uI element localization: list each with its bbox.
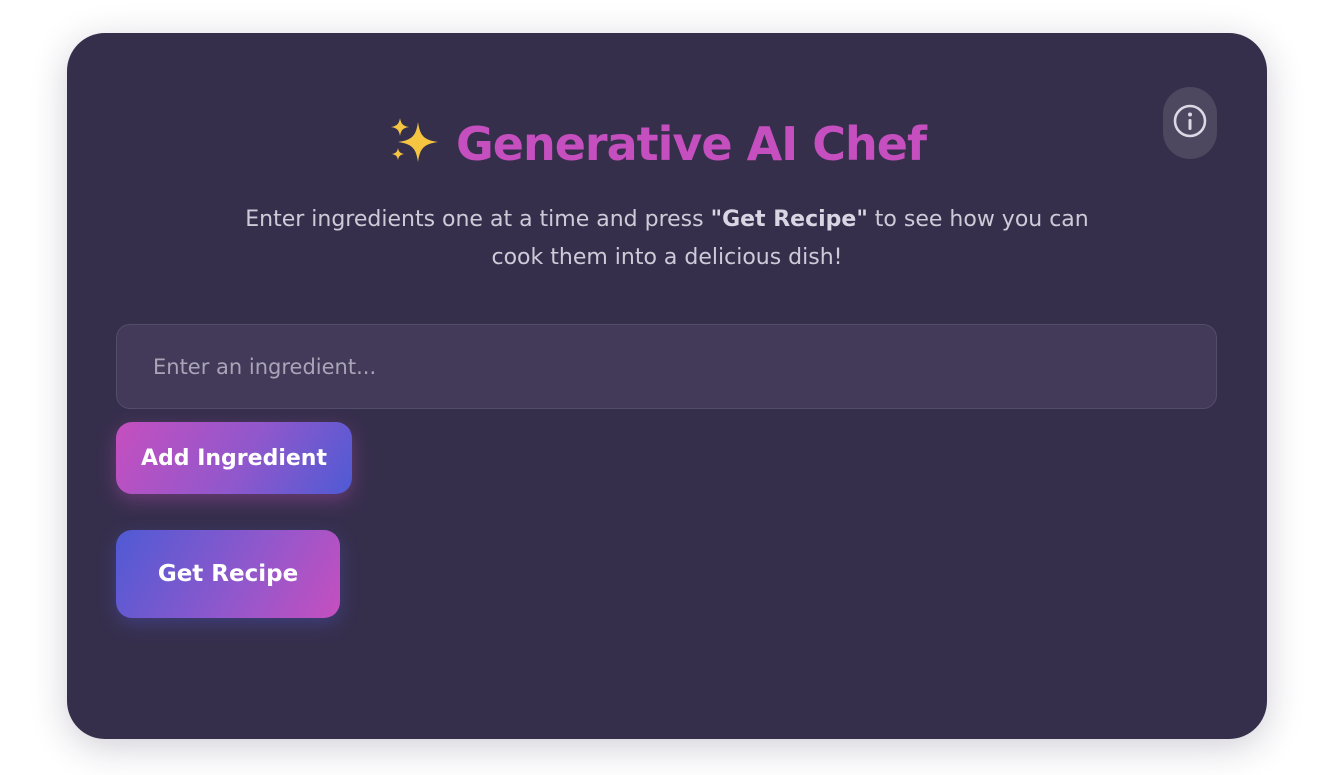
info-icon: [1172, 103, 1208, 144]
instructions-before: Enter ingredients one at a time and pres…: [245, 207, 711, 232]
add-ingredient-button[interactable]: Add Ingredient: [116, 422, 352, 494]
sparkles-icon: [388, 116, 442, 166]
chef-card: Generative AI Chef Enter ingredients one…: [67, 33, 1267, 739]
title-text: Generative AI Chef: [455, 117, 927, 171]
info-button[interactable]: [1163, 87, 1217, 159]
ingredient-input[interactable]: [116, 324, 1217, 409]
instructions-text: Enter ingredients one at a time and pres…: [227, 201, 1107, 277]
instructions-bold: "Get Recipe": [710, 207, 868, 232]
page-title: Generative AI Chef: [67, 111, 1247, 177]
get-recipe-button[interactable]: Get Recipe: [116, 530, 340, 618]
